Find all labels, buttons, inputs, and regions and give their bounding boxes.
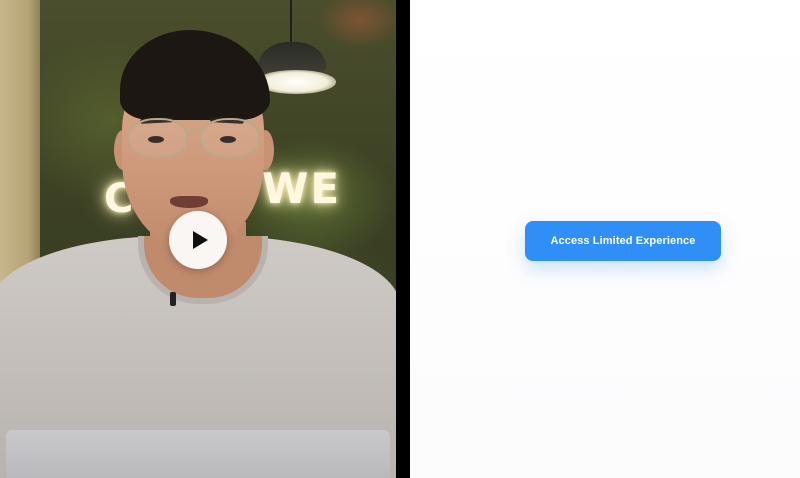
glasses-lens-right [200, 118, 260, 158]
right-panel: Access Limited Experience [410, 0, 800, 478]
video-player[interactable]: C WE [0, 0, 396, 478]
play-icon [193, 231, 208, 249]
page: C WE Access Limited Experience [0, 0, 800, 478]
presenter-mouth [170, 196, 208, 208]
presenter-glasses [124, 118, 264, 158]
neon-sign-text-2: WE [262, 164, 342, 213]
laptop [6, 430, 390, 478]
lamp-cord [290, 0, 292, 44]
panel-divider [396, 0, 410, 478]
play-button[interactable] [169, 211, 227, 269]
access-limited-experience-button[interactable]: Access Limited Experience [525, 221, 721, 261]
lapel-mic [170, 292, 176, 306]
glasses-lens-left [128, 118, 188, 158]
